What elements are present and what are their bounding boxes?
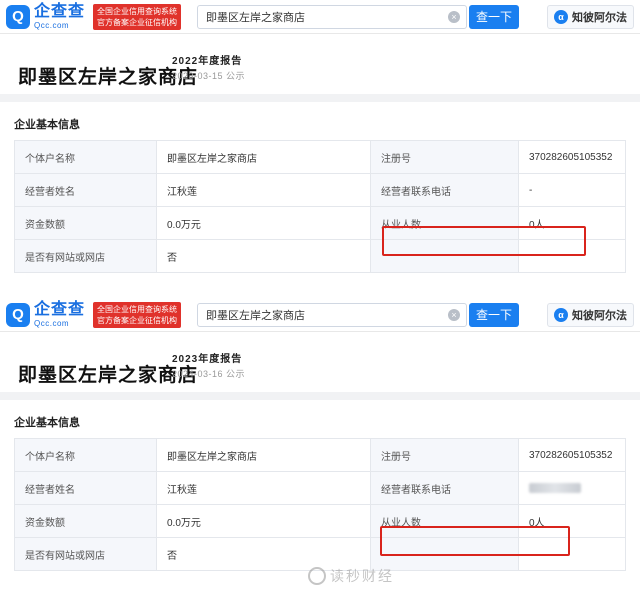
zhibi-icon: α: [554, 307, 568, 322]
cell-value: 即墨区左岸之家商店: [156, 140, 371, 174]
cell-label: 经营者联系电话: [370, 173, 519, 207]
cell-label-employees: 从业人数: [370, 206, 519, 240]
basic-info-section: 企业基本信息 个体户名称 即墨区左岸之家商店 注册号 3702826051053…: [0, 400, 640, 571]
report-screenshot-2022: Q 企查查 Qcc.com 全国企业信用查询系统 官方备案企业征信机构 即墨区左…: [0, 0, 640, 298]
watermark: 读秒财经: [308, 566, 394, 586]
basic-info-section: 企业基本信息 个体户名称 即墨区左岸之家商店 注册号 3702826051053…: [0, 102, 640, 273]
cell-label: 资金数额: [14, 206, 157, 240]
cell-value: 即墨区左岸之家商店: [156, 438, 371, 472]
cell-value: 江秋莲: [156, 173, 371, 207]
official-badge: 全国企业信用查询系统 官方备案企业征信机构: [93, 3, 182, 30]
clear-icon[interactable]: ×: [448, 308, 461, 321]
redacted-phone-blur: [529, 482, 581, 493]
zhibi-alpha-button[interactable]: α 知彼阿尔法: [547, 302, 634, 327]
qcc-logo[interactable]: Q 企查查 Qcc.com: [6, 301, 85, 329]
search-input[interactable]: 即墨区左岸之家商店 ×: [197, 302, 468, 327]
search-input-value: 即墨区左岸之家商店: [206, 309, 306, 322]
table-row: 经营者姓名 江秋莲 经营者联系电话: [14, 471, 626, 505]
zhibi-alpha-button[interactable]: α 知彼阿尔法: [547, 4, 634, 29]
report-publish-date: 2023-03-15 公示: [172, 71, 246, 81]
zhibi-icon: α: [554, 9, 568, 24]
search-button[interactable]: 查一下: [469, 4, 520, 29]
basic-info-table: 个体户名称 即墨区左岸之家商店 注册号 370282605105352 经营者姓…: [14, 140, 626, 273]
basic-info-table: 个体户名称 即墨区左岸之家商店 注册号 370282605105352 经营者姓…: [14, 438, 626, 571]
cell-value: 江秋莲: [156, 471, 371, 505]
table-row: 资金数额 0.0万元 从业人数 0人: [14, 504, 626, 538]
qcc-logo-icon: Q: [6, 302, 30, 327]
top-bar: Q 企查查 Qcc.com 全国企业信用查询系统 官方备案企业征信机构 即墨区左…: [0, 298, 640, 332]
report-header: 即墨区左岸之家商店 2023年度报告 2024-03-16 公示: [0, 332, 640, 400]
official-badge: 全国企业信用查询系统 官方备案企业征信机构: [93, 301, 182, 328]
company-title: 即墨区左岸之家商店: [18, 67, 199, 88]
report-publish-date: 2024-03-16 公示: [172, 369, 246, 379]
cell-label: 是否有网站或网店: [14, 239, 157, 273]
cell-value: 0.0万元: [156, 504, 371, 538]
cell-label: 是否有网站或网店: [14, 537, 157, 571]
cell-label: 经营者姓名: [14, 471, 157, 505]
cell-value: 否: [156, 239, 371, 273]
search-input[interactable]: 即墨区左岸之家商店 ×: [197, 4, 468, 29]
logo-name: 企查查: [34, 300, 86, 318]
section-title: 企业基本信息: [14, 119, 80, 131]
cell-label-employees: 从业人数: [370, 504, 519, 538]
company-title: 即墨区左岸之家商店: [18, 365, 199, 386]
logo-domain: Qcc.com: [34, 20, 70, 30]
cell-label: 个体户名称: [14, 140, 157, 174]
report-screenshot-2023: Q 企查查 Qcc.com 全国企业信用查询系统 官方备案企业征信机构 即墨区左…: [0, 298, 640, 596]
clear-icon[interactable]: ×: [448, 10, 461, 23]
report-year-tag: 2023年度报告: [172, 354, 243, 365]
table-row: 资金数额 0.0万元 从业人数 0人: [14, 206, 626, 240]
cell-label: 注册号: [370, 438, 519, 472]
cell-label: 经营者联系电话: [370, 471, 519, 505]
cell-label: 资金数额: [14, 504, 157, 538]
watermark-icon: [308, 567, 326, 585]
cell-value-redacted: [518, 471, 626, 505]
cell-label: 个体户名称: [14, 438, 157, 472]
cell-value: [518, 239, 626, 273]
table-row: 个体户名称 即墨区左岸之家商店 注册号 370282605105352: [14, 438, 626, 472]
table-row: 经营者姓名 江秋莲 经营者联系电话 -: [14, 173, 626, 207]
cell-label: [370, 239, 519, 273]
search-button[interactable]: 查一下: [469, 302, 520, 327]
report-header: 即墨区左岸之家商店 2022年度报告 2023-03-15 公示: [0, 34, 640, 102]
cell-value: 370282605105352: [518, 140, 626, 174]
cell-value: 370282605105352: [518, 438, 626, 472]
cell-value: -: [518, 173, 626, 207]
table-row: 是否有网站或网店 否: [14, 239, 626, 273]
logo-name: 企查查: [34, 2, 86, 20]
cell-label: 经营者姓名: [14, 173, 157, 207]
table-row: 个体户名称 即墨区左岸之家商店 注册号 370282605105352: [14, 140, 626, 174]
cell-label: 注册号: [370, 140, 519, 174]
section-title: 企业基本信息: [14, 417, 80, 429]
cell-value-employees: 0人: [518, 206, 626, 240]
top-bar: Q 企查查 Qcc.com 全国企业信用查询系统 官方备案企业征信机构 即墨区左…: [0, 0, 640, 34]
search-input-value: 即墨区左岸之家商店: [206, 11, 306, 24]
cell-value: 0.0万元: [156, 206, 371, 240]
cell-value-employees: 0人: [518, 504, 626, 538]
cell-value: [518, 537, 626, 571]
report-year-tag: 2022年度报告: [172, 56, 243, 67]
qcc-logo[interactable]: Q 企查查 Qcc.com: [6, 3, 85, 31]
qcc-logo-icon: Q: [6, 4, 30, 29]
logo-domain: Qcc.com: [34, 318, 70, 328]
